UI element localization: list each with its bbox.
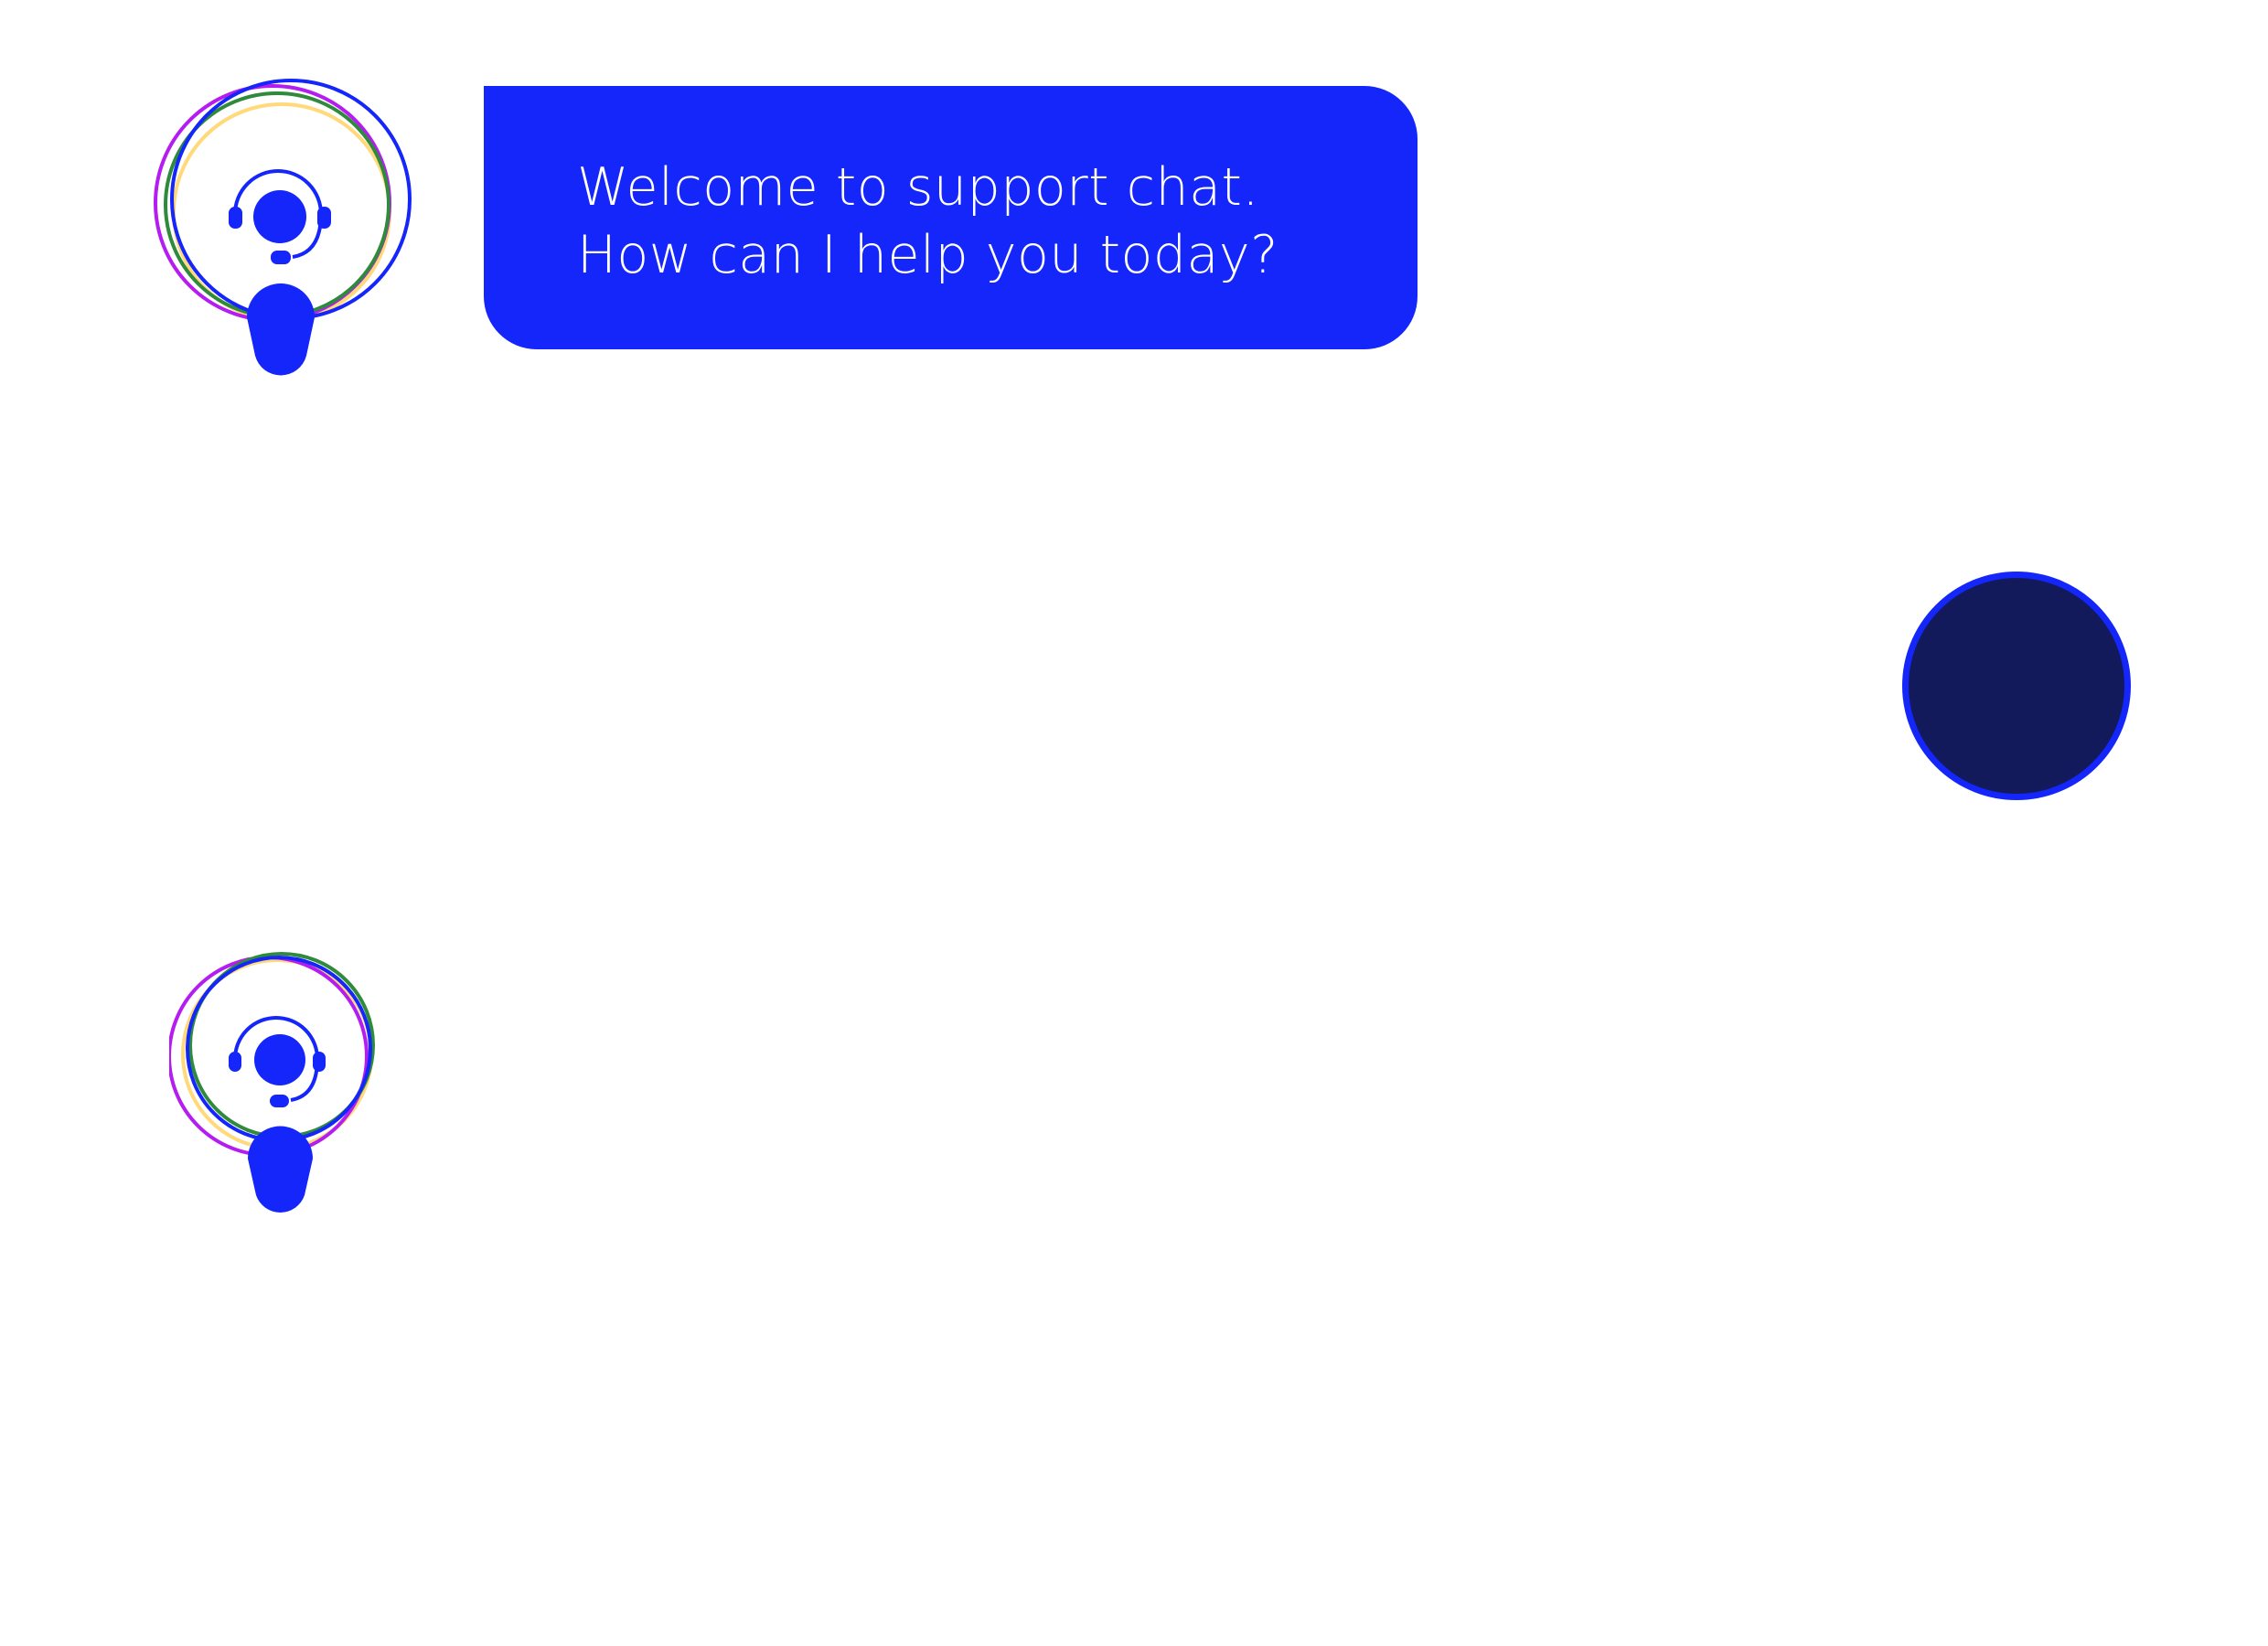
message-text-line: Welcome to support chat. [577, 157, 1260, 218]
support-agent-avatar-icon [146, 77, 412, 379]
agent-message-bubble: Welcome to support chat. How can I help … [484, 86, 1418, 349]
chat-thread: Welcome to support chat. How can I help … [0, 0, 2268, 1646]
message-text-line: How can I help you today? [577, 225, 1278, 285]
user-avatar [1902, 572, 2131, 800]
support-agent-avatar-icon [169, 946, 389, 1221]
